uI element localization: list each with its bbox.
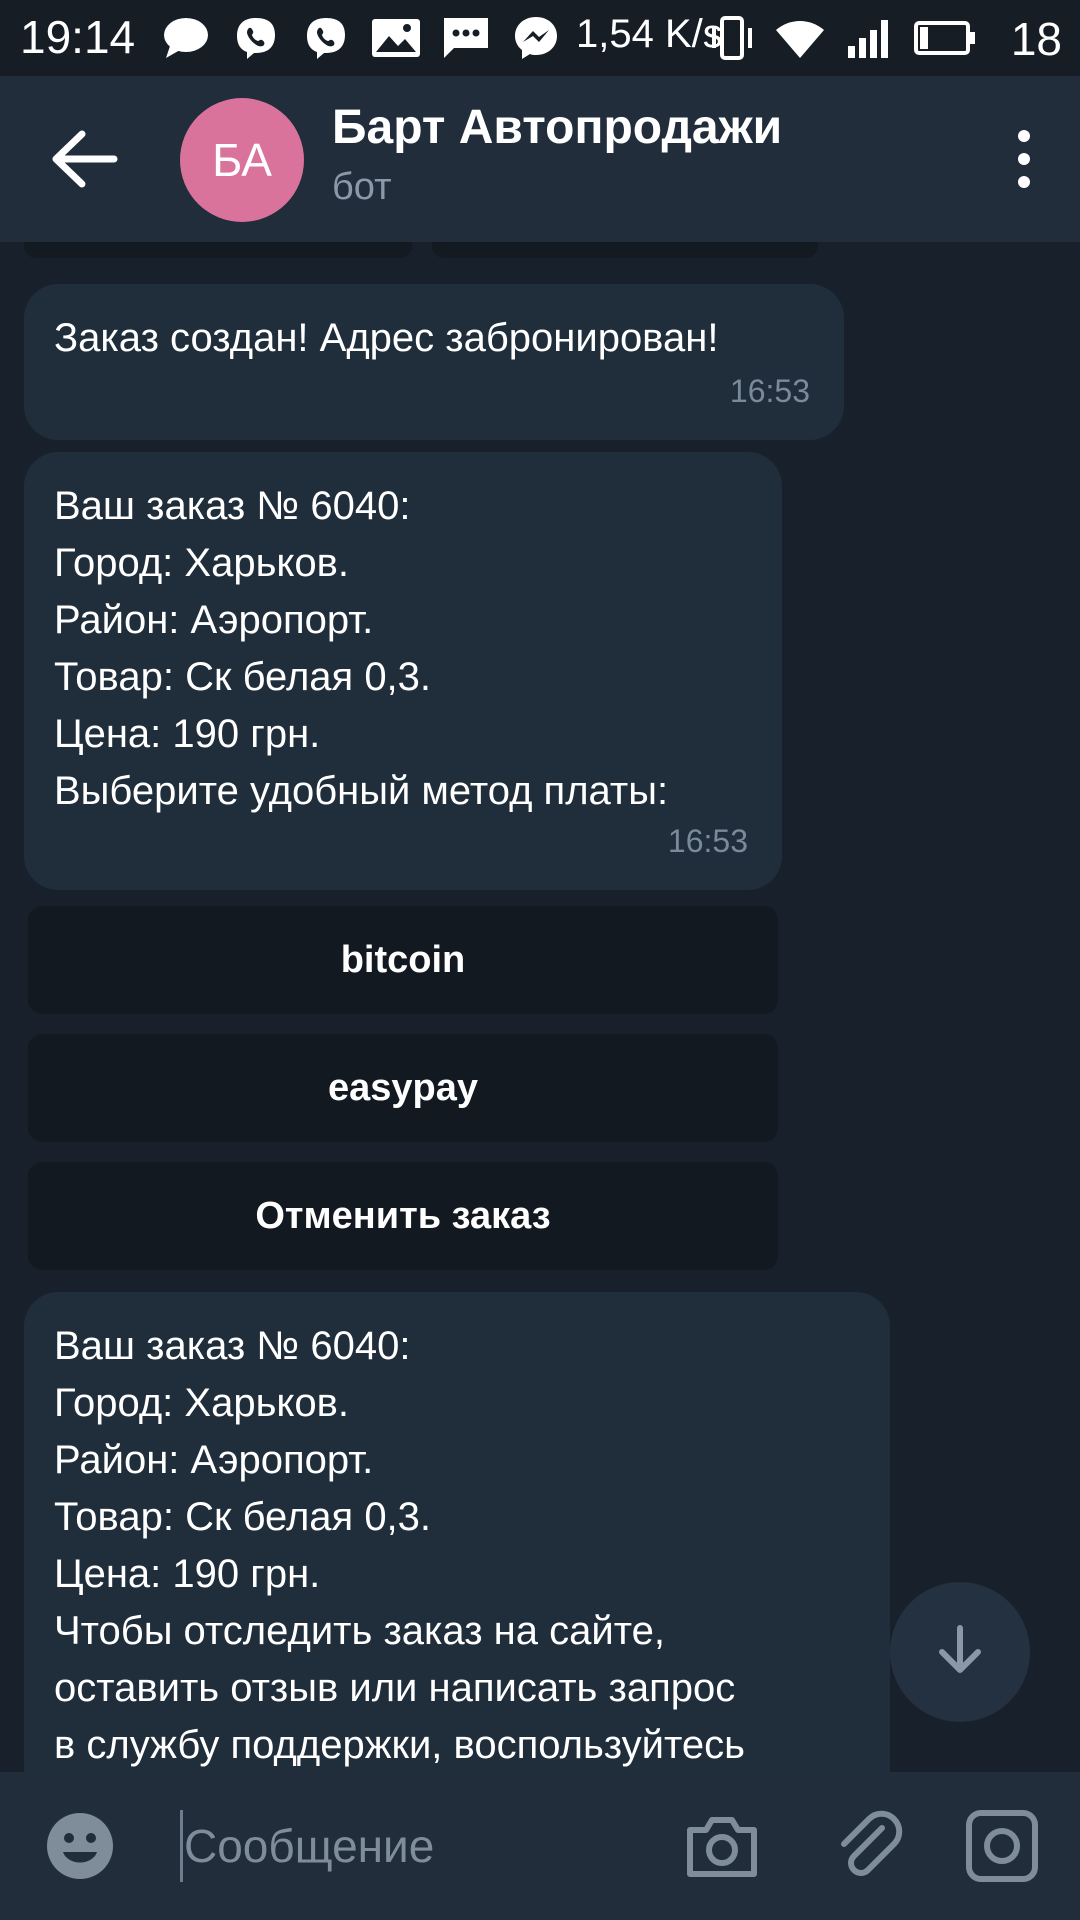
message-list[interactable]: Заказ создан! Адрес забронирован! 16:53 …	[0, 242, 1080, 1772]
message-text: Заказ создан! Адрес забронирован!	[54, 316, 719, 360]
battery-icon	[914, 21, 976, 60]
message-bubble[interactable]: Заказ создан! Адрес забронирован! 16:53	[24, 284, 844, 440]
wifi-icon	[774, 16, 826, 65]
video-message-icon[interactable]	[964, 1808, 1040, 1884]
previous-button-stub[interactable]	[24, 242, 412, 258]
arrow-down-icon	[932, 1622, 988, 1683]
bitcoin-button[interactable]: bitcoin	[28, 906, 778, 1014]
message-input-bar	[0, 1772, 1080, 1920]
chat-subtitle: бот	[332, 166, 392, 208]
chat-title[interactable]: Барт Автопродажи	[332, 100, 782, 155]
gallery-icon	[370, 14, 422, 62]
viber-icon	[230, 14, 282, 62]
message-bubble[interactable]: Ваш заказ № 6040: Город: Харьков. Район:…	[24, 1292, 890, 1772]
network-speed: 1,54 K/s	[576, 12, 723, 56]
message-text: Ваш заказ № 6040: Город: Харьков. Район:…	[54, 1324, 745, 1767]
easypay-button[interactable]: easypay	[28, 1034, 778, 1142]
chat-bubble-icon	[160, 14, 212, 62]
paperclip-icon[interactable]	[830, 1808, 906, 1884]
text-cursor	[180, 1810, 183, 1882]
viber-icon-2	[300, 14, 352, 62]
cellular-signal-icon	[844, 16, 896, 65]
chat-header: БА Барт Автопродажи бот	[0, 76, 1080, 242]
emoji-icon[interactable]	[44, 1810, 116, 1882]
previous-button-stub-2[interactable]	[432, 242, 818, 258]
scroll-down-button[interactable]	[890, 1582, 1030, 1722]
message-time: 16:53	[729, 373, 810, 409]
message-text: Ваш заказ № 6040: Город: Харьков. Район:…	[54, 484, 669, 813]
cancel-order-button[interactable]: Отменить заказ	[28, 1162, 778, 1270]
message-input[interactable]	[184, 1802, 644, 1890]
more-vertical-icon[interactable]	[1004, 126, 1044, 192]
status-bar: 19:14 1,54 K/s 18	[0, 0, 1080, 76]
message-bubble[interactable]: Ваш заказ № 6040: Город: Харьков. Район:…	[24, 452, 782, 890]
battery-level: 18	[1010, 13, 1062, 65]
sms-icon	[440, 14, 492, 62]
back-arrow-icon[interactable]	[50, 126, 120, 192]
avatar[interactable]: БА	[180, 98, 304, 222]
messenger-icon	[510, 14, 562, 62]
vibrate-icon	[708, 14, 756, 67]
camera-icon[interactable]	[684, 1808, 760, 1884]
status-time: 19:14	[20, 11, 136, 63]
message-time: 16:53	[667, 823, 748, 859]
